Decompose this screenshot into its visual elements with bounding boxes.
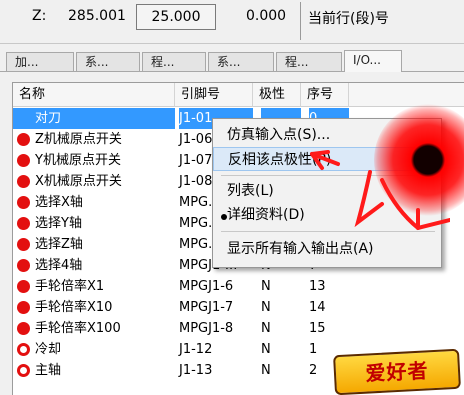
io-name: 冷却: [35, 342, 62, 357]
io-name: 选择Z轴: [35, 237, 83, 252]
tab-program-1[interactable]: 程...: [142, 52, 206, 72]
io-name: 对刀: [13, 108, 175, 129]
io-name: 手轮倍率X10: [35, 300, 113, 315]
io-sequence: 13: [309, 279, 326, 294]
io-pin: MPGJ1-6: [179, 279, 234, 294]
tab-system-1[interactable]: 系...: [76, 52, 140, 72]
z-axis-value: 285.001: [68, 8, 126, 24]
tab-strip: 加... 系... 程... 系... 程... I/O...: [0, 50, 464, 72]
io-pin: J1-13: [179, 363, 213, 378]
io-name: 选择X轴: [35, 195, 83, 210]
io-pin: MPGJ1-7: [179, 300, 234, 315]
io-name: Z机械原点开关: [35, 132, 122, 147]
io-name: X机械原点开关: [35, 174, 122, 189]
site-watermark-logo: 爱好者: [333, 348, 461, 395]
io-polarity: N: [261, 300, 271, 315]
column-header-polarity[interactable]: 极性: [253, 83, 301, 107]
io-name: 选择4轴: [35, 258, 83, 273]
io-sequence: 15: [309, 321, 326, 336]
tab-processing[interactable]: 加...: [6, 52, 74, 72]
list-header: 名称 引脚号 极性 序号: [13, 83, 464, 107]
list-item[interactable]: 手轮倍率X1 MPGJ1-6 N 13: [13, 276, 464, 297]
list-item[interactable]: 手轮倍率X100 MPGJ1-8 N 15: [13, 318, 464, 339]
io-sequence: 14: [309, 300, 326, 315]
z-axis-label: Z:: [32, 8, 47, 24]
io-polarity: N: [261, 342, 271, 357]
tab-io[interactable]: I/O...: [344, 50, 402, 72]
column-header-pin[interactable]: 引脚号: [175, 83, 253, 107]
tab-system-2[interactable]: 系...: [208, 52, 274, 72]
radio-bullet-icon: [221, 214, 227, 220]
io-polarity: N: [261, 321, 271, 336]
column-header-sequence[interactable]: 序号: [301, 83, 349, 107]
current-line-label: 当前行(段)号: [308, 11, 389, 27]
io-polarity: N: [261, 363, 271, 378]
list-item[interactable]: 手轮倍率X10 MPGJ1-7 N 14: [13, 297, 464, 318]
status-divider: [300, 2, 301, 40]
tab-program-2[interactable]: 程...: [276, 52, 342, 72]
io-name: 主轴: [35, 363, 62, 378]
column-header-name[interactable]: 名称: [13, 83, 175, 107]
io-name: Y机械原点开关: [35, 153, 121, 168]
secondary-value: 0.000: [246, 8, 287, 24]
io-pin: J1-12: [179, 342, 213, 357]
io-name: 手轮倍率X1: [35, 279, 105, 294]
io-polarity: N: [261, 279, 271, 294]
io-name: 选择Y轴: [35, 216, 82, 231]
io-name: 手轮倍率X100: [35, 321, 121, 336]
io-pin: MPGJ1-8: [179, 321, 234, 336]
status-bar: Z: 285.001 25.000 0.000 当前行(段)号: [0, 0, 464, 44]
feed-value-box[interactable]: 25.000: [136, 4, 216, 30]
annotation-arrows-icon: [310, 150, 450, 231]
